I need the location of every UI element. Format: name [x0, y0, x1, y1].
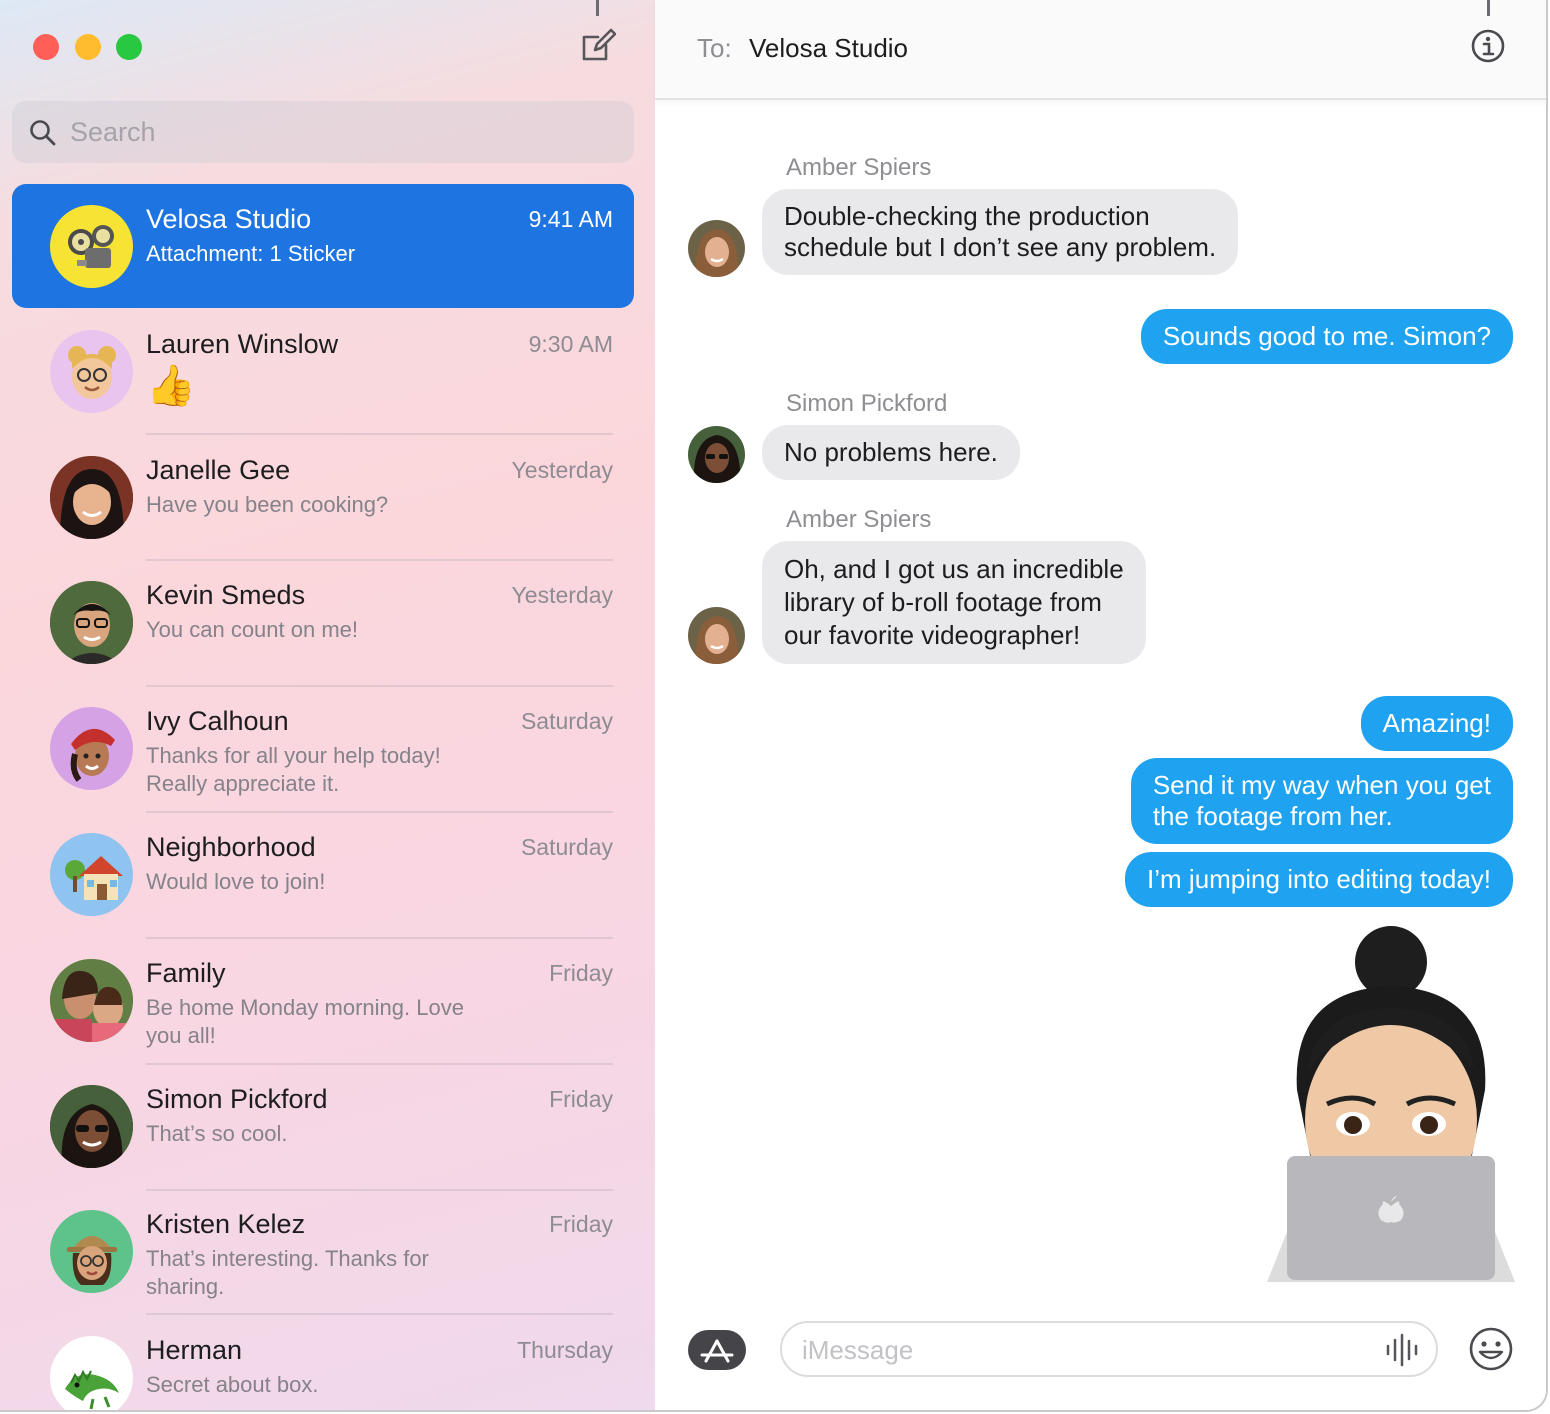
conversation-name: Velosa Studio — [146, 204, 312, 234]
search-icon — [30, 120, 56, 146]
memoji-avatar — [50, 330, 133, 413]
info-icon[interactable] — [1470, 28, 1506, 64]
memoji-avatar — [50, 707, 133, 790]
incoming-message-bubble[interactable]: Oh, and I got us an incredible library o… — [762, 541, 1146, 664]
photo-avatar — [50, 456, 133, 539]
messages-window: Velosa Studio 9:41 AM Attachment: 1 Stic… — [0, 0, 1548, 1412]
conversation-preview: Have you been cooking? — [146, 492, 389, 517]
close-window-button[interactable] — [33, 34, 59, 60]
conversation-row-ivy-calhoun[interactable]: Ivy Calhoun Saturday Thanks for all your… — [12, 686, 634, 810]
thumbs-up-preview: 👍 — [146, 364, 196, 408]
waveform-icon[interactable] — [1384, 1333, 1422, 1367]
photo-avatar — [50, 1085, 133, 1168]
outgoing-message-bubble[interactable]: Amazing! — [1360, 696, 1513, 751]
incoming-message-bubble[interactable]: No problems here. — [762, 425, 1020, 480]
house-emoji-avatar — [50, 833, 133, 916]
conversation-name: Neighborhood — [146, 832, 316, 862]
conversation-preview: Secret about box. — [146, 1372, 319, 1397]
conversation-row-neighborhood[interactable]: Neighborhood Saturday Would love to join… — [12, 812, 634, 936]
conversation-preview: Thanks for all your help today! Really a… — [146, 743, 441, 796]
sender-avatar — [688, 220, 745, 277]
outgoing-message-bubble[interactable]: Send it my way when you get the footage … — [1130, 758, 1513, 844]
divider-tick — [1487, 0, 1490, 16]
conversation-time: 9:41 AM — [528, 206, 613, 232]
conversation-time: Yesterday — [511, 457, 613, 483]
conversation-time: Saturday — [520, 708, 613, 734]
conversation-name: Simon Pickford — [146, 1084, 328, 1114]
conversation-time: Friday — [549, 1086, 613, 1112]
conversation-preview: That’s so cool. — [146, 1121, 288, 1146]
conversation-row-herman[interactable]: Herman Thursday Secret about box. — [12, 1315, 634, 1410]
photo-avatar — [50, 581, 133, 664]
conversation-header: To: Velosa Studio — [655, 0, 1546, 100]
to-label: To: — [697, 33, 732, 63]
conversation-time: Thursday — [517, 1337, 613, 1363]
conversation-name: Family — [146, 958, 226, 988]
photo-avatar — [50, 959, 133, 1042]
sender-name: Amber Spiers — [786, 154, 932, 181]
conversation-row-lauren-winslow[interactable]: Lauren Winslow 9:30 AM 👍 — [12, 309, 634, 433]
emoji-icon[interactable] — [1468, 1326, 1514, 1372]
conversation-name: Lauren Winslow — [146, 329, 339, 359]
conversation-row-simon-pickford[interactable]: Simon Pickford Friday That’s so cool. — [12, 1064, 634, 1188]
conversation-time: Yesterday — [511, 582, 613, 608]
app-store-button[interactable] — [688, 1330, 746, 1370]
minimize-window-button[interactable] — [75, 34, 101, 60]
message-input[interactable] — [802, 1333, 1362, 1367]
conversation-name: Janelle Gee — [146, 455, 291, 485]
app-store-icon — [700, 1337, 744, 1363]
sender-avatar — [688, 607, 745, 664]
memoji-laptop-sticker[interactable] — [1267, 920, 1515, 1282]
conversation-time: Saturday — [520, 834, 613, 860]
divider-tick — [596, 0, 599, 16]
compose-icon[interactable] — [580, 28, 616, 64]
outgoing-message-bubble[interactable]: Sounds good to me. Simon? — [1140, 309, 1513, 364]
conversation-row-kevin-smeds[interactable]: Kevin Smeds Yesterday You can count on m… — [12, 560, 634, 684]
search-field[interactable] — [12, 101, 634, 163]
conversation-preview: That’s interesting. Thanks for sharing. — [146, 1246, 429, 1299]
sender-name: Simon Pickford — [786, 390, 948, 417]
conversation-name: Kristen Kelez — [146, 1209, 306, 1239]
conversation-preview: Attachment: 1 Sticker — [146, 241, 356, 266]
conversation-name: Kevin Smeds — [146, 580, 306, 610]
conversation-row-velosa-studio[interactable]: Velosa Studio 9:41 AM Attachment: 1 Stic… — [12, 184, 634, 308]
conversation-name: Herman — [146, 1335, 243, 1365]
message-field[interactable] — [780, 1321, 1438, 1377]
conversation-row-janelle-gee[interactable]: Janelle Gee Yesterday Have you been cook… — [12, 435, 634, 559]
sender-avatar — [688, 426, 745, 483]
search-input[interactable] — [70, 111, 610, 153]
conversation-time: 9:30 AM — [528, 331, 613, 357]
memoji-avatar — [50, 1210, 133, 1293]
conversation-time: Friday — [549, 1211, 613, 1237]
outgoing-message-bubble[interactable]: I’m jumping into editing today! — [1125, 852, 1513, 907]
recipient-name[interactable]: Velosa Studio — [749, 33, 908, 64]
conversation-time: Friday — [549, 960, 613, 986]
film-projector-sticker-avatar — [50, 205, 133, 288]
sidebar: Velosa Studio 9:41 AM Attachment: 1 Stic… — [0, 0, 655, 1410]
incoming-message-bubble[interactable]: Double-checking the production schedule … — [762, 189, 1239, 275]
conversation-row-kristen-kelez[interactable]: Kristen Kelez Friday That’s interesting.… — [12, 1189, 634, 1313]
conversation-name: Ivy Calhoun — [146, 706, 289, 736]
conversation-preview: Would love to join! — [146, 869, 326, 894]
sender-name: Amber Spiers — [786, 506, 932, 533]
conversation-row-family[interactable]: Family Friday Be home Monday morning. Lo… — [12, 938, 634, 1062]
conversation-preview: You can count on me! — [146, 617, 359, 642]
zoom-window-button[interactable] — [116, 34, 142, 60]
conversation-preview: Be home Monday morning. Love you all! — [146, 995, 464, 1048]
conversation-pane: To: Velosa Studio Amber Spiers Double-ch… — [655, 0, 1546, 1410]
lizard-emoji-avatar — [50, 1336, 133, 1410]
